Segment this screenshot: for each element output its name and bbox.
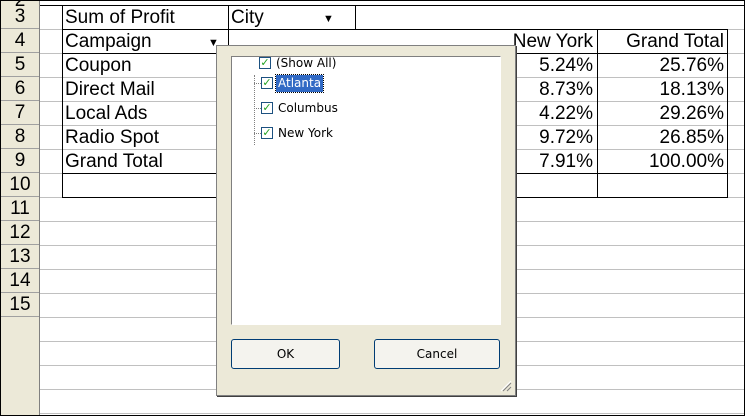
filter-item-label: (Show All) — [276, 56, 337, 70]
row-header[interactable]: 7 — [1, 101, 39, 125]
row-header[interactable]: 14 — [1, 269, 39, 293]
cancel-button[interactable]: Cancel — [374, 339, 500, 369]
city-filter-popup: ✓ (Show All) ✓ Atlanta ✓ Columbus ✓ New … — [216, 45, 516, 396]
resize-grip-icon[interactable] — [500, 380, 512, 392]
row-field-label: Campaign — [65, 31, 152, 52]
grand-total-label[interactable]: Grand Total — [65, 150, 225, 174]
row-header[interactable]: 3 — [1, 5, 39, 29]
dropdown-arrow-icon[interactable]: ▼ — [321, 12, 336, 26]
row-header[interactable]: 4 — [1, 29, 39, 53]
city-filter-list[interactable]: ✓ (Show All) ✓ Atlanta ✓ Columbus ✓ New … — [231, 56, 501, 325]
row-label[interactable]: Radio Spot — [65, 126, 225, 150]
row-label[interactable]: Coupon — [65, 54, 225, 78]
checkbox-checked-icon[interactable]: ✓ — [261, 127, 273, 139]
row-field-button[interactable]: Campaign — [65, 30, 205, 54]
row-label[interactable]: Direct Mail — [65, 78, 225, 102]
checkbox-checked-icon[interactable]: ✓ — [261, 102, 273, 114]
column-field-button[interactable]: City — [231, 6, 321, 30]
row-header[interactable]: 11 — [1, 197, 39, 221]
row-header[interactable]: 13 — [1, 245, 39, 269]
row-header-column: 2 3 4 5 6 7 8 9 10 11 12 13 14 15 — [1, 1, 40, 415]
grid-line — [40, 413, 744, 414]
tree-connector — [254, 75, 255, 145]
grand-total-value[interactable]: 100.00% — [598, 150, 728, 174]
row-header[interactable]: 10 — [1, 173, 39, 197]
column-field-label: City — [231, 7, 264, 28]
filter-item-label: Columbus — [278, 101, 338, 115]
row-header[interactable]: 9 — [1, 149, 39, 173]
column-header-grand-total: Grand Total — [626, 31, 724, 52]
row-label[interactable]: Local Ads — [65, 102, 225, 126]
filter-item-label: New York — [278, 126, 333, 140]
row-header[interactable]: 12 — [1, 221, 39, 245]
value-cell[interactable]: 29.26% — [598, 102, 728, 126]
pivot-data-label: Sum of Profit — [65, 7, 175, 28]
filter-item-label: Atlanta — [274, 74, 325, 93]
tree-connector — [254, 83, 261, 84]
ok-button[interactable]: OK — [231, 339, 340, 369]
checkbox-checked-icon[interactable]: ✓ — [259, 57, 271, 69]
row-header[interactable]: 6 — [1, 77, 39, 101]
value-cell[interactable]: 18.13% — [598, 78, 728, 102]
tree-connector — [254, 133, 261, 134]
row-header[interactable]: 15 — [1, 293, 39, 317]
checkbox-checked-icon[interactable]: ✓ — [261, 77, 273, 89]
tree-connector — [254, 108, 261, 109]
row-header[interactable]: 2 — [15, 1, 26, 11]
row-header[interactable]: 8 — [1, 125, 39, 149]
row-header[interactable]: 5 — [1, 53, 39, 77]
value-cell[interactable]: 25.76% — [598, 54, 728, 78]
value-cell[interactable]: 26.85% — [598, 126, 728, 150]
